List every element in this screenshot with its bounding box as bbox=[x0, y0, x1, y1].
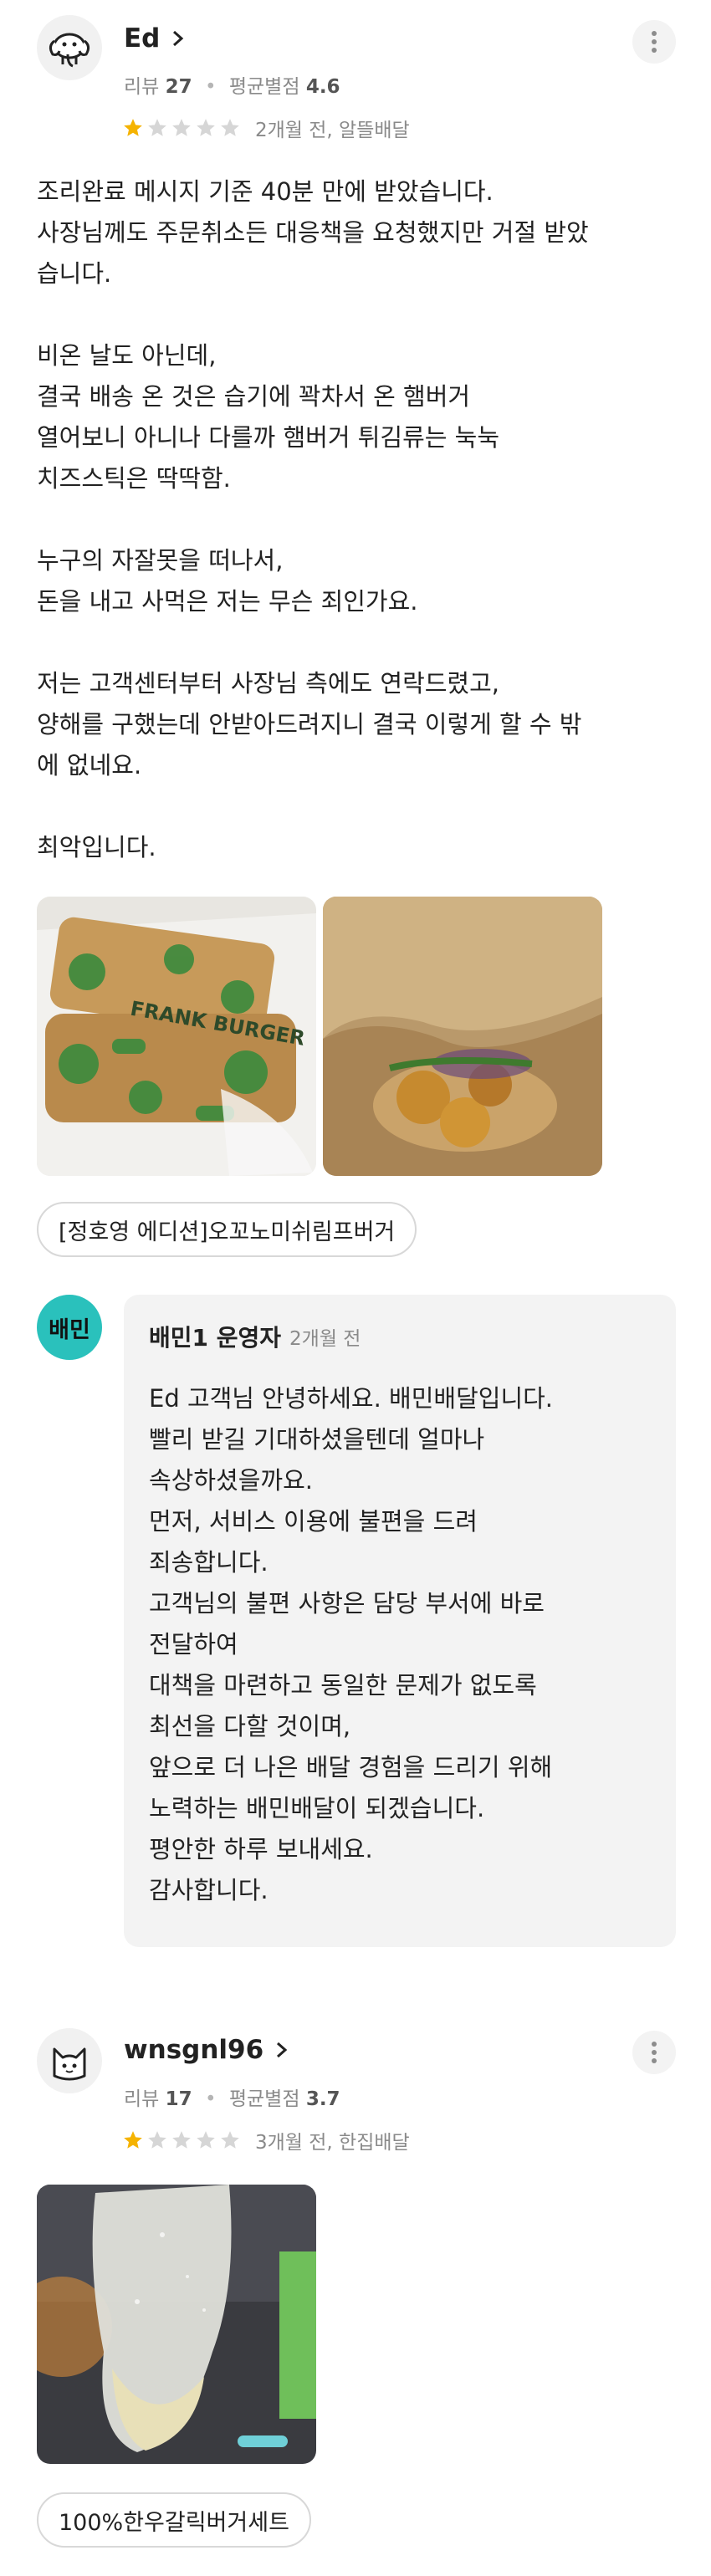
rating-row: 3개월 전, 한집배달 bbox=[122, 2126, 410, 2154]
menu-chip[interactable]: [정호영 에디션]오꼬노미쉬림프버거 bbox=[37, 1202, 417, 1257]
more-options-button[interactable] bbox=[632, 20, 676, 64]
username: Ed bbox=[124, 23, 161, 54]
review-date: 2개월 전, 알뜰배달 bbox=[255, 120, 410, 141]
dot-icon bbox=[652, 2058, 657, 2063]
star-rating bbox=[122, 2129, 243, 2151]
user-avatar[interactable] bbox=[37, 2028, 102, 2093]
dot-icon bbox=[652, 2050, 657, 2055]
text-line: 먼저, 서비스 이용에 불편을 드려 bbox=[149, 1507, 478, 1536]
reply-date: 2개월 전 bbox=[289, 1328, 361, 1350]
star-empty-icon bbox=[148, 119, 166, 136]
text-line: 저는 고객센터부터 사장님 측에도 연락드렸고, bbox=[37, 669, 500, 698]
review-photo-2[interactable] bbox=[323, 897, 602, 1176]
text-line bbox=[37, 294, 681, 335]
text-line: 속상하셨을까요. bbox=[149, 1466, 313, 1495]
username-link[interactable]: wnsgnl96 bbox=[124, 2035, 289, 2065]
text-line: 감사합니다. bbox=[149, 1876, 269, 1904]
owner-name: 배민1 운영자 bbox=[149, 1324, 282, 1352]
baemin-logo: 배민 bbox=[37, 1295, 102, 1360]
text-line: 습니다. bbox=[37, 259, 112, 288]
star-empty-icon bbox=[197, 119, 215, 136]
star-empty-icon bbox=[172, 119, 191, 136]
menu-chip-label: 100%한우갈릭버거세트 bbox=[59, 2509, 289, 2536]
username-link[interactable]: Ed bbox=[124, 23, 185, 54]
review-count-label: 리뷰 bbox=[124, 2088, 160, 2110]
text-line: 에 없네요. bbox=[37, 751, 142, 779]
text-line: 전달하여 bbox=[149, 1630, 238, 1659]
text-line: 최악입니다. bbox=[37, 833, 156, 861]
text-line bbox=[37, 622, 681, 663]
text-line: 결국 배송 온 것은 습기에 꽉차서 온 햄버거 bbox=[37, 382, 471, 411]
text-line: 빨리 받길 기대하셨을텐데 얼마나 bbox=[149, 1425, 485, 1454]
dot-icon bbox=[652, 39, 657, 44]
cat-icon bbox=[53, 2047, 86, 2081]
rating-row: 2개월 전, 알뜰배달 bbox=[122, 114, 410, 142]
review-count-label: 리뷰 bbox=[124, 76, 160, 98]
avg-rating-label: 평균별점 bbox=[228, 2088, 300, 2110]
user-avatar[interactable] bbox=[37, 15, 102, 80]
star-empty-icon bbox=[172, 2131, 191, 2149]
review-date: 3개월 전, 한집배달 bbox=[255, 2132, 410, 2154]
separator-dot: • bbox=[204, 76, 217, 98]
text-line: 고객님의 불편 사항은 담당 부서에 바로 bbox=[149, 1589, 545, 1618]
menu-chip-label: [정호영 에디션]오꼬노미쉬림프버거 bbox=[59, 1219, 396, 1245]
review-photo-1[interactable] bbox=[37, 2185, 316, 2464]
text-line: 죄송합니다. bbox=[149, 1548, 269, 1577]
text-line: 비온 날도 아닌데, bbox=[37, 341, 217, 370]
owner-reply: 배민1 운영자 2개월 전 Ed 고객님 안녕하세요. 배민배달입니다. 빨리 받… bbox=[124, 1295, 676, 1947]
dot-icon bbox=[652, 48, 657, 53]
star-empty-icon bbox=[221, 2131, 239, 2149]
baemin-logo-text: 배민 bbox=[49, 1316, 90, 1343]
user-stats: 리뷰 27 • 평균별점 4.6 bbox=[124, 70, 340, 99]
chevron-right-icon bbox=[275, 2041, 289, 2059]
star-empty-icon bbox=[148, 2131, 166, 2149]
avg-rating: 4.6 bbox=[305, 76, 340, 98]
star-filled-icon bbox=[124, 2131, 142, 2149]
text-line: 앞으로 더 나은 배달 경험을 드리기 위해 bbox=[149, 1753, 553, 1781]
star-filled-icon bbox=[124, 119, 142, 136]
chevron-right-icon bbox=[171, 29, 185, 48]
avg-rating-label: 평균별점 bbox=[228, 76, 300, 98]
more-options-button[interactable] bbox=[632, 2031, 676, 2074]
star-rating bbox=[122, 117, 243, 139]
text-line: 누구의 자잘못을 떠나서, bbox=[37, 546, 284, 575]
menu-chip[interactable]: 100%한우갈릭버거세트 bbox=[37, 2492, 311, 2548]
text-line: 사장님께도 주문취소든 대응책을 요청했지만 거절 받았 bbox=[37, 218, 589, 247]
dot-icon bbox=[652, 31, 657, 36]
text-line: 치즈스틱은 딱딱함. bbox=[37, 464, 231, 493]
text-line bbox=[37, 499, 681, 540]
review-count: 27 bbox=[165, 76, 192, 98]
text-line: 조리완료 메시지 기준 40분 만에 받았습니다. bbox=[37, 177, 494, 206]
elephant-icon bbox=[49, 33, 90, 68]
text-line: 평안한 하루 보내세요. bbox=[149, 1835, 373, 1863]
text-line: 최선을 다할 것이며, bbox=[149, 1712, 351, 1740]
text-line: 양해를 구했는데 안받아드려지니 결국 이렇게 할 수 밖 bbox=[37, 710, 582, 739]
reply-text: Ed 고객님 안녕하세요. 배민배달입니다. 빨리 받길 기대하셨을텐데 얼마나속… bbox=[149, 1378, 668, 1911]
review-photo-1[interactable]: FRANK BURGER bbox=[37, 897, 316, 1176]
reply-header: 배민1 운영자 2개월 전 bbox=[149, 1320, 361, 1353]
review-count: 17 bbox=[165, 2088, 192, 2110]
text-line: Ed 고객님 안녕하세요. 배민배달입니다. bbox=[149, 1384, 554, 1413]
text-line: 열어보니 아니나 다를까 햄버거 튀김류는 눅눅 bbox=[37, 423, 500, 452]
text-line: 노력하는 배민배달이 되겠습니다. bbox=[149, 1794, 485, 1822]
text-line: 대책을 마련하고 동일한 문제가 없도록 bbox=[149, 1671, 537, 1699]
separator-dot: • bbox=[204, 2088, 217, 2110]
star-empty-icon bbox=[197, 2131, 215, 2149]
review-text: 조리완료 메시지 기준 40분 만에 받았습니다. 사장님께도 주문취소든 대응책… bbox=[37, 171, 681, 868]
star-empty-icon bbox=[221, 119, 239, 136]
user-stats: 리뷰 17 • 평균별점 3.7 bbox=[124, 2083, 340, 2111]
text-line: 돈을 내고 사먹은 저는 무슨 죄인가요. bbox=[37, 587, 418, 616]
username: wnsgnl96 bbox=[124, 2035, 264, 2065]
dot-icon bbox=[652, 2042, 657, 2047]
avg-rating: 3.7 bbox=[305, 2088, 340, 2110]
text-line bbox=[37, 786, 681, 827]
